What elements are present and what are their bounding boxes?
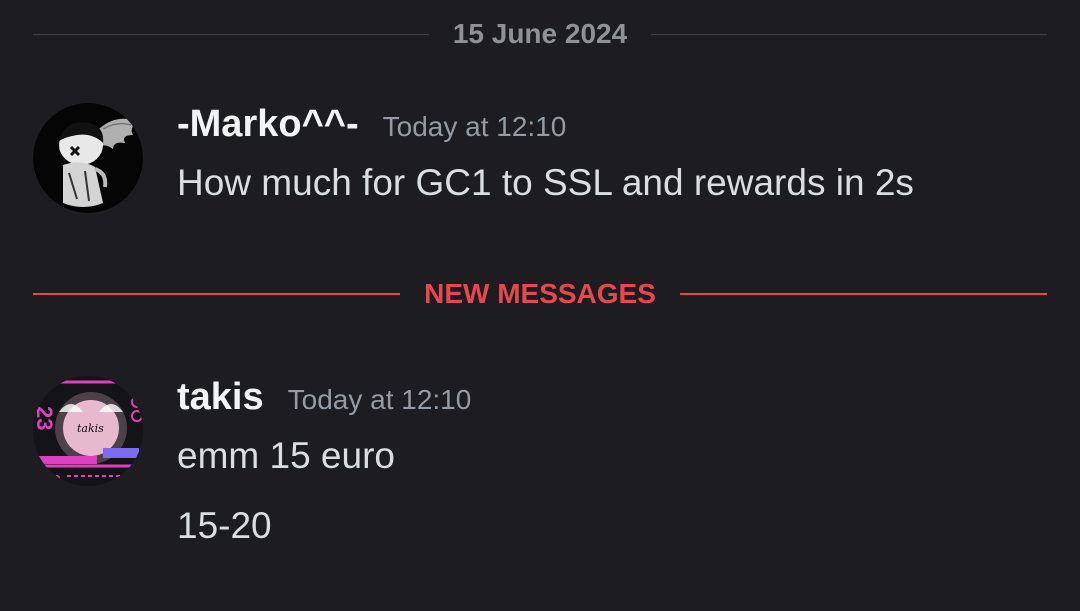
avatar-marko-image (33, 103, 143, 213)
message-takis-body: takis Today at 12:10 emm 15 euro 15-20 (177, 376, 1060, 552)
svg-text:23: 23 (33, 406, 57, 430)
chat-view: 15 June 2024 -Marko^^- Today at 12:10 Ho… (0, 0, 1080, 611)
message-text: emm 15 euro (177, 435, 395, 476)
divider-line-left (33, 33, 429, 35)
message-text: 15-20 (177, 505, 272, 546)
avatar-takis[interactable]: 23 takis (33, 376, 143, 486)
date-divider: 15 June 2024 (33, 14, 1047, 54)
divider-line-right (651, 33, 1047, 35)
message-text: How much for GC1 to SSL and rewards in 2… (177, 162, 914, 203)
new-messages-label: NEW MESSAGES (424, 278, 656, 309)
message-marko-body: -Marko^^- Today at 12:10 How much for GC… (177, 103, 1060, 209)
date-divider-label: 15 June 2024 (452, 18, 628, 49)
timestamp: Today at 12:10 (287, 384, 472, 415)
avatar-marko[interactable] (33, 103, 143, 213)
message-takis[interactable]: 23 takis takis Today at 12:10 emm 15 eur… (33, 376, 1060, 576)
avatar-takis-image: 23 takis (33, 376, 143, 486)
new-messages-divider: NEW MESSAGES (33, 274, 1047, 314)
avatar-takis-text: takis (77, 422, 104, 435)
username[interactable]: -Marko^^- (177, 103, 359, 146)
divider-line-right (679, 293, 1047, 295)
username[interactable]: takis (177, 376, 264, 419)
timestamp: Today at 12:10 (382, 111, 567, 142)
message-marko[interactable]: -Marko^^- Today at 12:10 How much for GC… (33, 103, 1060, 223)
message-header: takis Today at 12:10 (177, 376, 1060, 430)
divider-line-left (33, 293, 401, 295)
message-header: -Marko^^- Today at 12:10 (177, 103, 1060, 157)
